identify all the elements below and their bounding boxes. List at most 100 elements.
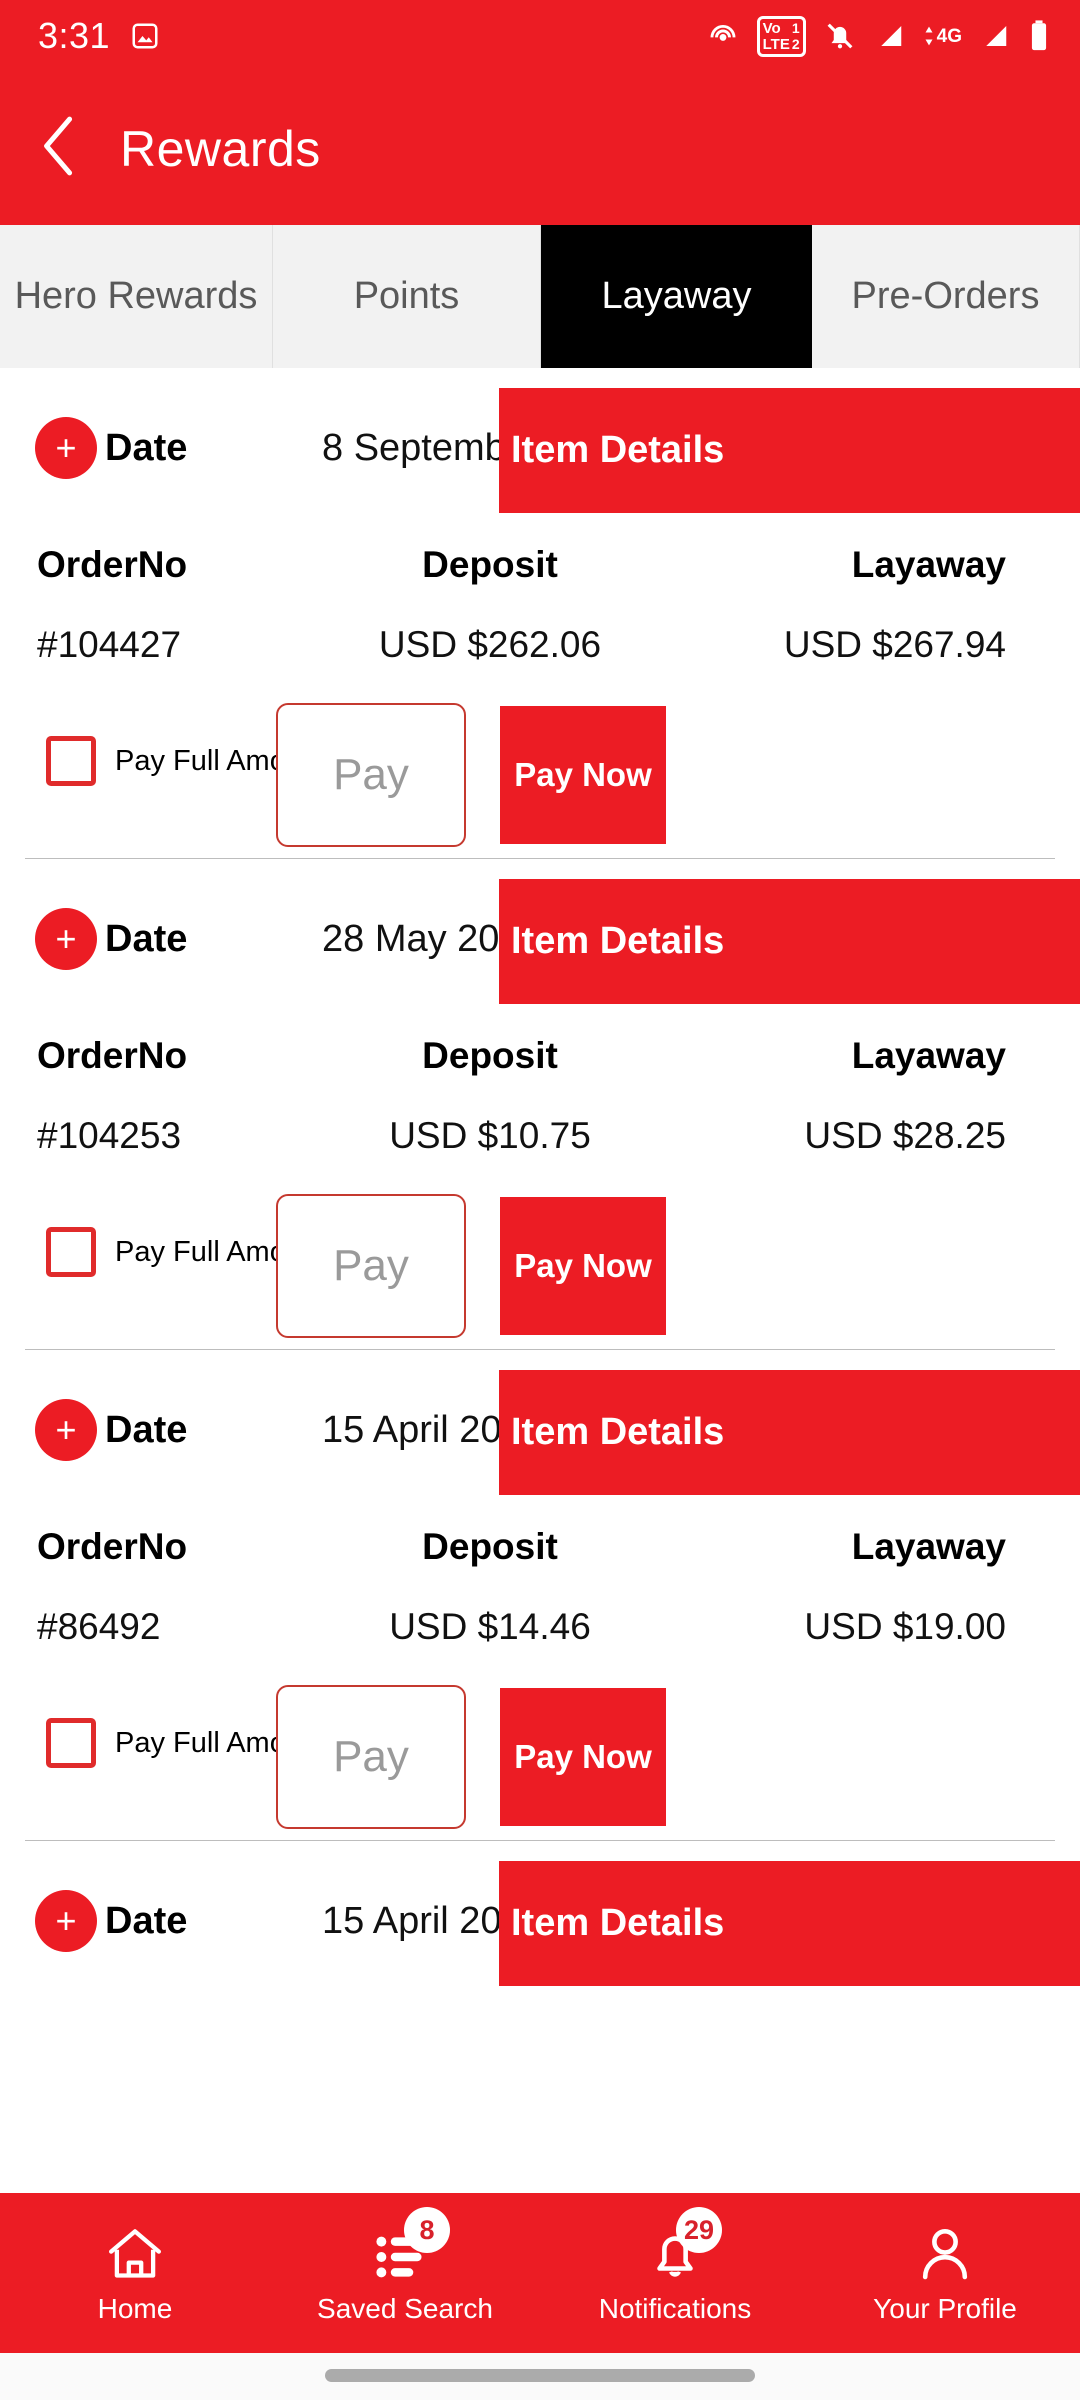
header-order-no: OrderNo	[37, 544, 188, 585]
silent-bell-icon	[823, 19, 857, 53]
nav-label-saved-search: Saved Search	[317, 2293, 493, 2324]
order-pay-row: Pay Full Amount Pay Pay Now	[0, 1670, 1080, 1840]
bell-icon: 29	[646, 2207, 722, 2283]
plus-icon[interactable]: +	[35, 417, 97, 479]
tab-hero-rewards-label: Hero Rewards	[14, 275, 258, 317]
value-deposit: USD $10.75	[389, 1115, 591, 1156]
nav-item-saved-search[interactable]: 8 Saved Search	[270, 2193, 540, 2353]
back-button[interactable]	[0, 72, 120, 225]
plus-icon[interactable]: +	[35, 1399, 97, 1461]
checkbox-box	[46, 1718, 96, 1768]
value-deposit: USD $262.06	[378, 624, 602, 665]
layaway-order-list[interactable]: + Date 8 September 2021 Item Details Ord…	[0, 368, 1080, 2168]
checkbox-box	[46, 1227, 96, 1277]
item-details-button[interactable]: Item Details	[499, 1370, 1080, 1495]
pay-input-placeholder: Pay	[333, 1732, 409, 1781]
checkbox-box	[46, 736, 96, 786]
date-label: Date	[105, 1899, 188, 1942]
order-card: + Date 28 May 2021 Item Details OrderNo …	[0, 859, 1080, 1350]
plus-icon[interactable]: +	[35, 1890, 97, 1952]
date-label: Date	[105, 917, 188, 960]
pay-now-button[interactable]: Pay Now	[500, 1688, 666, 1826]
saved-search-icon: 8	[374, 2207, 450, 2283]
value-layaway: USD $19.00	[804, 1606, 1006, 1647]
pay-now-button[interactable]: Pay Now	[500, 1197, 666, 1335]
nav-item-home[interactable]: Home	[0, 2193, 270, 2353]
order-values-row: #86492 USD $14.46 USD $19.00	[0, 1584, 1080, 1670]
battery-icon	[1028, 19, 1050, 53]
tab-points[interactable]: Points	[273, 225, 541, 368]
tab-points-label: Points	[353, 275, 460, 317]
header-order-no: OrderNo	[37, 1526, 188, 1567]
pay-amount-input[interactable]: Pay	[276, 1685, 466, 1829]
item-details-button[interactable]: Item Details	[499, 879, 1080, 1004]
tab-layaway[interactable]: Layaway	[541, 225, 812, 368]
page-title: Rewards	[120, 120, 321, 177]
pay-input-placeholder: Pay	[333, 750, 409, 799]
status-time: 3:31	[38, 15, 111, 56]
header-deposit: Deposit	[422, 544, 558, 585]
cast-icon	[706, 19, 740, 53]
item-details-label: Item Details	[511, 429, 725, 471]
pay-amount-input[interactable]: Pay	[276, 1194, 466, 1338]
chevron-left-icon	[37, 113, 83, 184]
volte-secondary-label: LTE	[762, 35, 790, 53]
value-layaway: USD $267.94	[783, 624, 1006, 665]
plus-icon[interactable]: +	[35, 908, 97, 970]
order-column-headers: OrderNo Deposit Layaway	[0, 1019, 1080, 1093]
order-column-headers: OrderNo Deposit Layaway	[0, 1510, 1080, 1584]
tab-pre-orders[interactable]: Pre-Orders	[812, 225, 1080, 368]
header-layaway: Layaway	[851, 1035, 1006, 1076]
home-indicator[interactable]	[325, 2369, 755, 2382]
app-bar: Rewards	[0, 72, 1080, 225]
item-details-label: Item Details	[511, 1411, 725, 1453]
status-bar-right: Vo LTE 1 2 4G	[706, 15, 1050, 57]
order-card: + Date 15 April 2020 Item Details	[0, 1841, 1080, 2001]
value-layaway: USD $28.25	[804, 1115, 1006, 1156]
header-layaway: Layaway	[851, 1526, 1006, 1567]
value-deposit: USD $14.46	[389, 1606, 591, 1647]
nav-label-notifications: Notifications	[598, 2293, 752, 2324]
tab-layaway-label: Layaway	[601, 275, 752, 317]
header-layaway: Layaway	[851, 544, 1006, 585]
value-order-no: #86492	[37, 1606, 161, 1647]
order-column-headers: OrderNo Deposit Layaway	[0, 528, 1080, 602]
signal-bars-icon	[874, 21, 906, 51]
order-pay-row: Pay Full Amount Pay Pay Now	[0, 1179, 1080, 1349]
order-date-row: + Date 15 April 2020 Item Details	[0, 1350, 1080, 1510]
pay-now-label: Pay Now	[514, 1738, 652, 1775]
header-order-no: OrderNo	[37, 1035, 188, 1076]
volte-dual-sim-icon: Vo LTE 1 2	[756, 15, 806, 57]
value-order-no: #104427	[37, 624, 182, 665]
tab-hero-rewards[interactable]: Hero Rewards	[0, 225, 273, 368]
pay-now-button[interactable]: Pay Now	[500, 706, 666, 844]
person-icon	[916, 2221, 974, 2283]
header-deposit: Deposit	[422, 1035, 558, 1076]
phone-screen: 3:31 Vo LTE 1 2 4G Rewards Hero Rewards …	[0, 0, 1080, 2400]
item-details-button[interactable]: Item Details	[499, 388, 1080, 513]
sim2-label: 2	[791, 35, 800, 52]
order-card: + Date 8 September 2021 Item Details Ord…	[0, 368, 1080, 859]
item-details-label: Item Details	[511, 1902, 725, 1944]
status-bar-left: 3:31	[38, 15, 160, 57]
nav-item-your-profile[interactable]: Your Profile	[810, 2193, 1080, 2353]
image-icon	[130, 21, 160, 51]
date-label: Date	[105, 426, 188, 469]
item-details-label: Item Details	[511, 920, 725, 962]
order-date-row: + Date 15 April 2020 Item Details	[0, 1841, 1080, 2001]
header-deposit: Deposit	[422, 1526, 558, 1567]
bottom-navigation-bar: Home 8 Saved Search 29 Notifications You…	[0, 2193, 1080, 2353]
4g-data-icon: 4G	[923, 22, 962, 50]
status-bar: 3:31 Vo LTE 1 2 4G	[0, 0, 1080, 72]
tab-pre-orders-label: Pre-Orders	[851, 275, 1040, 317]
pay-amount-input[interactable]: Pay	[276, 703, 466, 847]
network-label: 4G	[936, 25, 962, 47]
pay-now-label: Pay Now	[514, 756, 652, 793]
nav-item-notifications[interactable]: 29 Notifications	[540, 2193, 810, 2353]
order-values-row: #104427 USD $262.06 USD $267.94	[0, 602, 1080, 688]
value-order-no: #104253	[37, 1115, 182, 1156]
badge-notifications: 29	[676, 2207, 722, 2253]
order-date-row: + Date 28 May 2021 Item Details	[0, 859, 1080, 1019]
signal-bars-2-icon	[979, 21, 1011, 51]
item-details-button[interactable]: Item Details	[499, 1861, 1080, 1986]
